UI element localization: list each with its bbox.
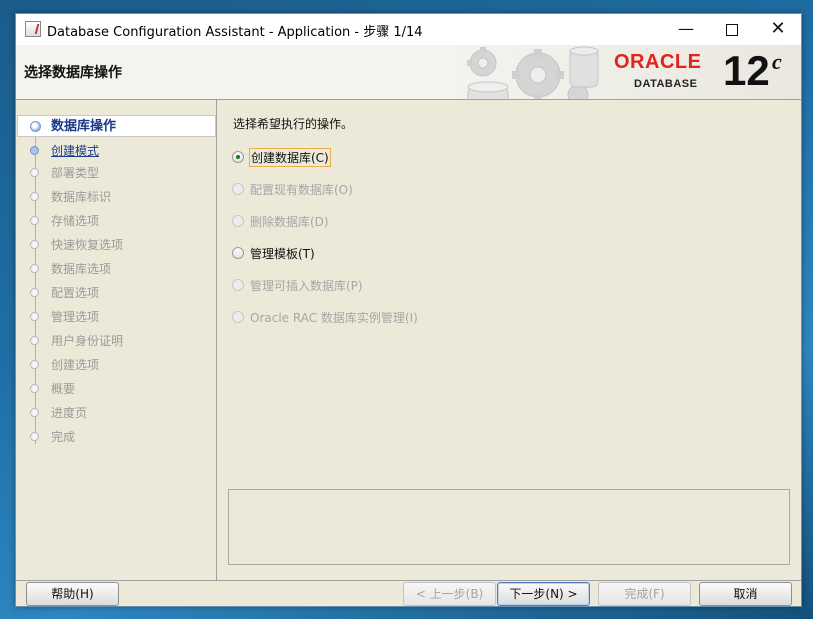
step-management-options: 管理选项 xyxy=(17,306,216,328)
radio-label[interactable]: 管理模板(T) xyxy=(249,245,316,262)
step-node-icon xyxy=(30,216,39,225)
next-button[interactable]: 下一步(N) > xyxy=(497,582,590,606)
step-label: 创建选项 xyxy=(51,358,100,372)
step-node-icon xyxy=(30,408,39,417)
step-label: 概要 xyxy=(51,382,76,396)
finish-button: 完成(F) xyxy=(598,582,691,606)
step-configuration-options: 配置选项 xyxy=(17,282,216,304)
step-node-icon xyxy=(30,168,39,177)
step-label: 完成 xyxy=(51,430,76,444)
step-label: 存储选项 xyxy=(51,214,100,228)
step-node-icon xyxy=(30,312,39,321)
step-node-icon xyxy=(30,432,39,441)
step-node-icon xyxy=(30,360,39,369)
cancel-button[interactable]: 取消 xyxy=(699,582,792,606)
help-button[interactable]: 帮助(H) xyxy=(26,582,119,606)
step-label: 数据库标识 xyxy=(51,190,112,204)
page-title: 选择数据库操作 xyxy=(24,65,122,81)
radio-button[interactable] xyxy=(232,247,244,259)
step-node-icon xyxy=(30,288,39,297)
close-button[interactable]: ✕ xyxy=(755,14,801,45)
step-label: 部署类型 xyxy=(51,166,100,180)
step-node-icon xyxy=(30,384,39,393)
step-label: 用户身份证明 xyxy=(51,334,124,348)
gears-banner-icon xyxy=(467,46,599,99)
maximize-icon xyxy=(726,23,738,36)
step-current-icon xyxy=(30,121,41,132)
content-panel: 选择希望执行的操作。 创建数据库(C) 配置现有数据库(O) 删除数据库(D) … xyxy=(217,100,801,580)
window-title: Database Configuration Assistant - Appli… xyxy=(47,25,423,40)
step-creation-mode[interactable]: 创建模式 xyxy=(17,140,216,162)
step-node-icon xyxy=(30,146,39,155)
version-suffix: c xyxy=(772,49,782,74)
step-user-credentials: 用户身份证明 xyxy=(17,330,216,352)
step-database-identification: 数据库标识 xyxy=(17,186,216,208)
step-node-icon xyxy=(30,240,39,249)
step-label: 管理选项 xyxy=(51,310,100,324)
radio-button xyxy=(232,183,244,195)
database-text: DATABASE xyxy=(634,78,698,90)
minimize-button[interactable]: — xyxy=(663,14,709,45)
dbca-window: Database Configuration Assistant - Appli… xyxy=(15,13,802,607)
step-finish: 完成 xyxy=(17,426,216,448)
radio-button xyxy=(232,279,244,291)
radio-button xyxy=(232,311,244,323)
step-summary: 概要 xyxy=(17,378,216,400)
step-deployment-type: 部署类型 xyxy=(17,162,216,184)
maximize-button[interactable] xyxy=(709,14,755,45)
step-node-icon xyxy=(30,192,39,201)
step-fast-recovery-option: 快速恢复选项 xyxy=(17,234,216,256)
step-label: 配置选项 xyxy=(51,286,100,300)
radio-label: 管理可插入数据库(P) xyxy=(250,279,363,293)
step-label: 创建模式 xyxy=(51,144,100,158)
step-label: 数据库选项 xyxy=(51,262,112,276)
back-button: < 上一步(B) xyxy=(403,582,496,606)
step-label: 数据库操作 xyxy=(51,119,117,134)
radio-button-selected[interactable] xyxy=(232,151,244,163)
button-bar: 帮助(H) < 上一步(B) 下一步(N) > 完成(F) 取消 xyxy=(16,580,801,608)
step-database-options: 数据库选项 xyxy=(17,258,216,280)
title-bar[interactable]: Database Configuration Assistant - Appli… xyxy=(16,14,801,45)
step-progress-page: 进度页 xyxy=(17,402,216,424)
version-number: 12 xyxy=(723,47,770,94)
radio-label: 配置现有数据库(O) xyxy=(250,183,353,197)
step-creation-option: 创建选项 xyxy=(17,354,216,376)
message-area xyxy=(228,489,790,565)
java-app-icon xyxy=(25,21,41,37)
step-node-icon xyxy=(30,336,39,345)
step-database-operation[interactable]: 数据库操作 xyxy=(17,115,216,137)
steps-panel: 数据库操作 创建模式 部署类型 数据库标识 存储选项 快速恢复选项 数据库选项 xyxy=(17,100,217,580)
step-label: 快速恢复选项 xyxy=(51,238,124,252)
step-storage-option: 存储选项 xyxy=(17,210,216,232)
radio-button xyxy=(232,215,244,227)
operation-prompt: 选择希望执行的操作。 xyxy=(233,117,354,131)
oracle-brand-text: ORACLE xyxy=(614,51,702,73)
wizard-header: 选择数据库操作 ORACLE DATABASE 12 c xyxy=(16,45,801,100)
radio-label: Oracle RAC 数据库实例管理(I) xyxy=(250,311,418,325)
radio-label: 删除数据库(D) xyxy=(250,215,329,229)
oracle-logo: ORACLE DATABASE xyxy=(614,51,720,95)
step-node-icon xyxy=(30,264,39,273)
step-label: 进度页 xyxy=(51,406,88,420)
radio-label[interactable]: 创建数据库(C) xyxy=(249,148,331,167)
